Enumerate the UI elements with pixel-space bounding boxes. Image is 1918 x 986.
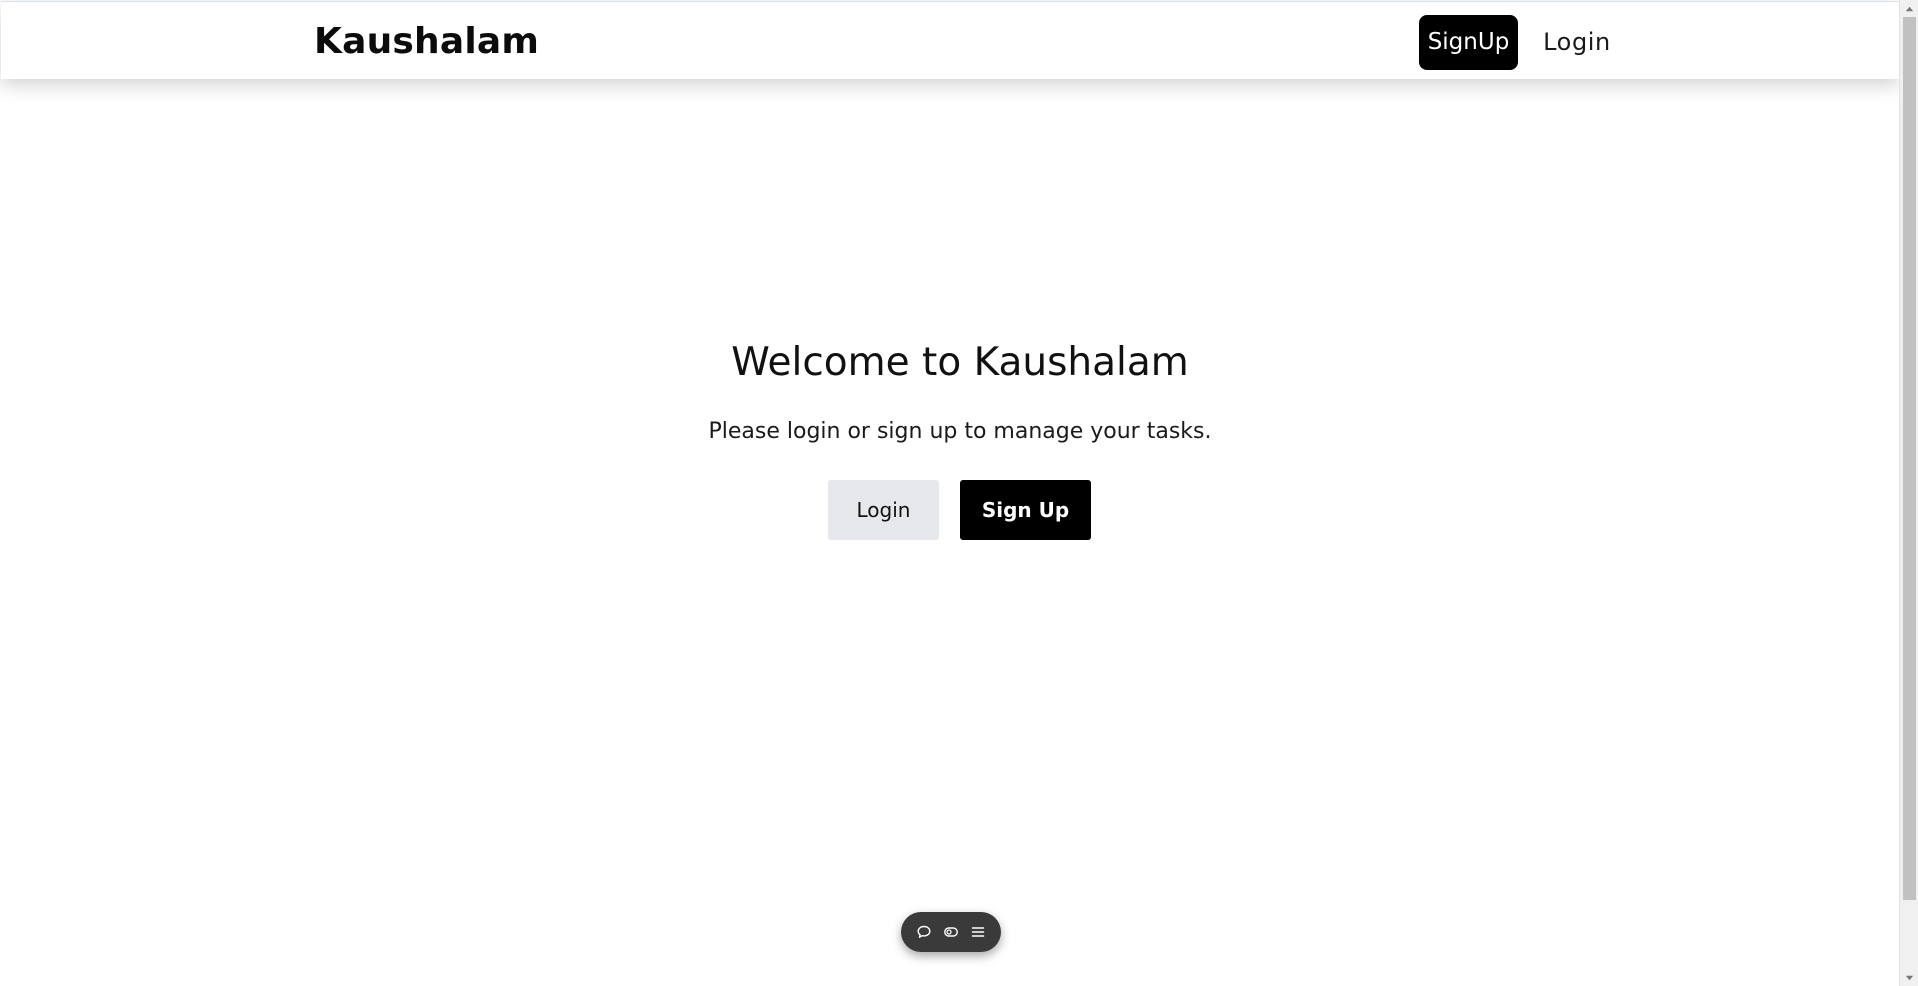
scrollbar-thumb[interactable]: [1903, 17, 1916, 900]
chat-bubble-icon[interactable]: [914, 922, 934, 942]
vertical-scrollbar[interactable]: [1899, 0, 1918, 986]
eye-toggle-icon[interactable]: [941, 922, 961, 942]
nav-signup-button[interactable]: SignUp: [1419, 15, 1518, 70]
hero-subtitle: Please login or sign up to manage your t…: [708, 419, 1212, 444]
hero-login-button[interactable]: Login: [828, 480, 939, 540]
nav-login-link[interactable]: Login: [1537, 15, 1617, 70]
brand-logo-text[interactable]: Kaushalam: [314, 20, 539, 64]
page-viewport: Kaushalam SignUp Login Welcome to Kausha…: [0, 0, 1918, 986]
floating-toolbar: [901, 912, 1001, 952]
scroll-up-arrow-icon[interactable]: [1900, 0, 1918, 17]
scroll-down-arrow-icon[interactable]: [1900, 969, 1918, 986]
hero-title: Welcome to Kaushalam: [731, 340, 1189, 385]
hamburger-menu-icon[interactable]: [968, 922, 988, 942]
top-navbar: Kaushalam SignUp Login: [1, 1, 1899, 79]
hero-signup-button[interactable]: Sign Up: [960, 480, 1091, 540]
hero-section: Welcome to Kaushalam Please login or sig…: [0, 0, 1898, 986]
